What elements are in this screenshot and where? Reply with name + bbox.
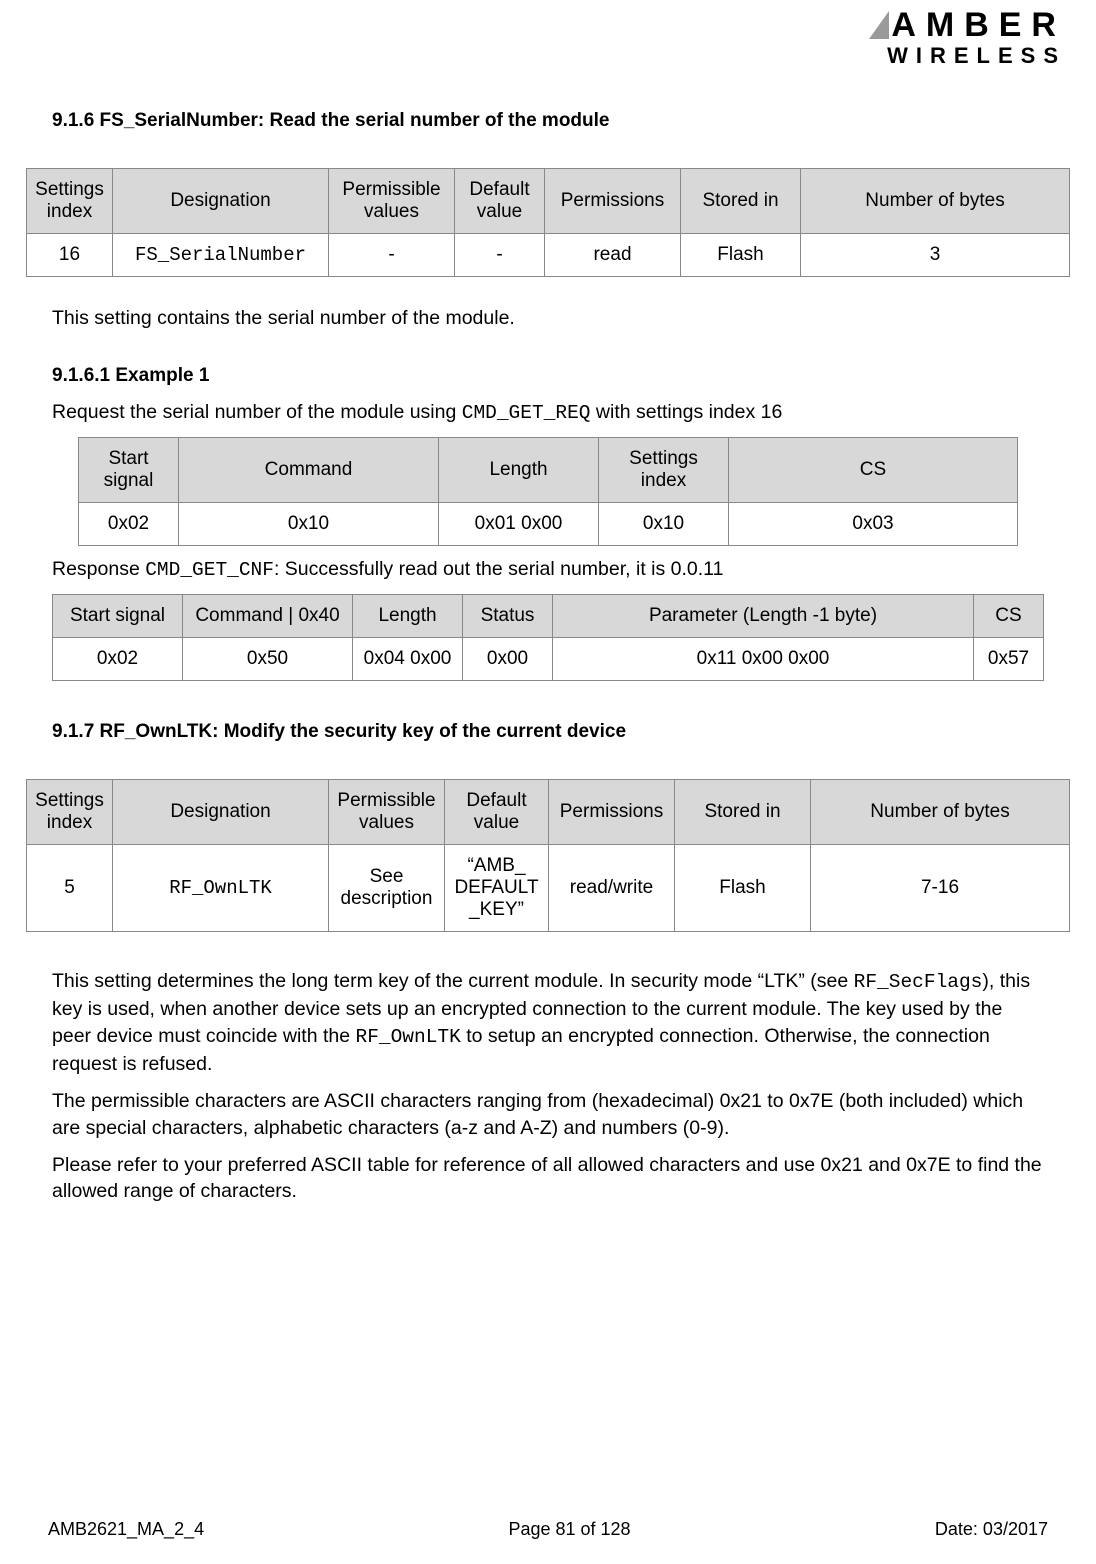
section2-para3: Please refer to your preferred ASCII tab…	[52, 1152, 1044, 1206]
th-settings-index: Settings index	[27, 169, 113, 234]
cell: 0x57	[974, 638, 1044, 681]
table-row: 0x02 0x50 0x04 0x00 0x00 0x11 0x00 0x00 …	[53, 638, 1044, 681]
request-cmd-code: CMD_GET_REQ	[462, 402, 591, 424]
th-stored-in: Stored in	[675, 780, 811, 845]
table-header-row: Start signal Command | 0x40 Length Statu…	[53, 595, 1044, 638]
cell: 0x01 0x00	[439, 503, 599, 546]
th-length: Length	[439, 438, 599, 503]
section-description: This setting contains the serial number …	[52, 305, 1044, 331]
th-permissible: Permissible values	[329, 780, 445, 845]
th-designation: Designation	[113, 780, 329, 845]
th-settings-index: Settings index	[27, 780, 113, 845]
cell: 0x11 0x00 0x00	[553, 638, 974, 681]
cell: 0x02	[53, 638, 183, 681]
cell: 0x04 0x00	[353, 638, 463, 681]
section2-para1: This setting determines the long term ke…	[52, 968, 1044, 1078]
logo-line1: AMBER	[869, 6, 1066, 45]
cell: 0x10	[599, 503, 729, 546]
logo-line2: WIRELESS	[869, 43, 1066, 69]
table-header-row: Settings index Designation Permissible v…	[27, 780, 1070, 845]
logo-amber-text: AMBER	[891, 6, 1066, 45]
logo-slash-icon	[869, 11, 889, 39]
cell-index: 16	[27, 234, 113, 277]
response-text: Response CMD_GET_CNF: Successfully read …	[52, 556, 1044, 584]
cell-stored-in: Flash	[681, 234, 801, 277]
cell-bytes: 7-16	[811, 845, 1070, 932]
response-text-part2: : Successfully read out the serial numbe…	[274, 558, 723, 580]
th-designation: Designation	[113, 169, 329, 234]
cell-designation: FS_SerialNumber	[113, 234, 329, 277]
cell: 0x00	[463, 638, 553, 681]
th-stored-in: Stored in	[681, 169, 801, 234]
th-cs: CS	[974, 595, 1044, 638]
cell: 0x50	[183, 638, 353, 681]
cell: 0x03	[729, 503, 1018, 546]
cell-permissible: -	[329, 234, 455, 277]
cell-index: 5	[27, 845, 113, 932]
th-bytes: Number of bytes	[811, 780, 1070, 845]
table-header-row: Settings index Designation Permissible v…	[27, 169, 1070, 234]
para1-part-a: This setting determines the long term ke…	[52, 970, 854, 992]
th-permissions: Permissions	[545, 169, 681, 234]
th-command: Command	[179, 438, 439, 503]
response-cmd-code: CMD_GET_CNF	[145, 559, 274, 581]
example-heading: 9.1.6.1 Example 1	[52, 365, 1044, 387]
cell-designation: RF_OwnLTK	[113, 845, 329, 932]
request-text-part1: Request the serial number of the module …	[52, 401, 462, 423]
cell-permissions: read	[545, 234, 681, 277]
th-command: Command | 0x40	[183, 595, 353, 638]
th-status: Status	[463, 595, 553, 638]
cell-permissible: See description	[329, 845, 445, 932]
th-bytes: Number of bytes	[801, 169, 1070, 234]
response-text-part1: Response	[52, 558, 145, 580]
th-start-signal: Start signal	[53, 595, 183, 638]
table-header-row: Start signal Command Length Settings ind…	[79, 438, 1018, 503]
cell-default: -	[455, 234, 545, 277]
rf-ownltk-table: Settings index Designation Permissible v…	[26, 779, 1070, 932]
brand-logo: AMBER WIRELESS	[869, 6, 1066, 69]
th-default: Default value	[455, 169, 545, 234]
cell-default: “AMB_ DEFAULT _KEY”	[445, 845, 549, 932]
para1-code1: RF_SecFlags	[854, 971, 983, 993]
section2-para2: The permissible characters are ASCII cha…	[52, 1088, 1044, 1142]
footer-left: AMB2621_MA_2_4	[48, 1519, 204, 1540]
th-default: Default value	[445, 780, 549, 845]
table-row: 0x02 0x10 0x01 0x00 0x10 0x03	[79, 503, 1018, 546]
th-length: Length	[353, 595, 463, 638]
cell-bytes: 3	[801, 234, 1070, 277]
para1-code2: RF_OwnLTK	[356, 1026, 461, 1048]
request-text: Request the serial number of the module …	[52, 399, 1044, 427]
response-table: Start signal Command | 0x40 Length Statu…	[52, 594, 1044, 681]
th-start-signal: Start signal	[79, 438, 179, 503]
th-permissions: Permissions	[549, 780, 675, 845]
th-permissible: Permissible values	[329, 169, 455, 234]
fs-serialnumber-table: Settings index Designation Permissible v…	[26, 168, 1070, 277]
section-heading-917: 9.1.7 RF_OwnLTK: Modify the security key…	[52, 721, 1044, 743]
th-cs: CS	[729, 438, 1018, 503]
section-heading-916: 9.1.6 FS_SerialNumber: Read the serial n…	[52, 110, 1044, 132]
footer-right: Date: 03/2017	[935, 1519, 1048, 1540]
page-footer: AMB2621_MA_2_4 Page 81 of 128 Date: 03/2…	[48, 1519, 1048, 1540]
table-row: 16 FS_SerialNumber - - read Flash 3	[27, 234, 1070, 277]
cell: 0x10	[179, 503, 439, 546]
cell-permissions: read/write	[549, 845, 675, 932]
th-settings-index: Settings index	[599, 438, 729, 503]
request-table: Start signal Command Length Settings ind…	[78, 437, 1018, 546]
table-row: 5 RF_OwnLTK See description “AMB_ DEFAUL…	[27, 845, 1070, 932]
footer-center: Page 81 of 128	[508, 1519, 630, 1540]
th-parameter: Parameter (Length -1 byte)	[553, 595, 974, 638]
cell: 0x02	[79, 503, 179, 546]
cell-stored-in: Flash	[675, 845, 811, 932]
request-text-part2: with settings index 16	[590, 401, 782, 423]
